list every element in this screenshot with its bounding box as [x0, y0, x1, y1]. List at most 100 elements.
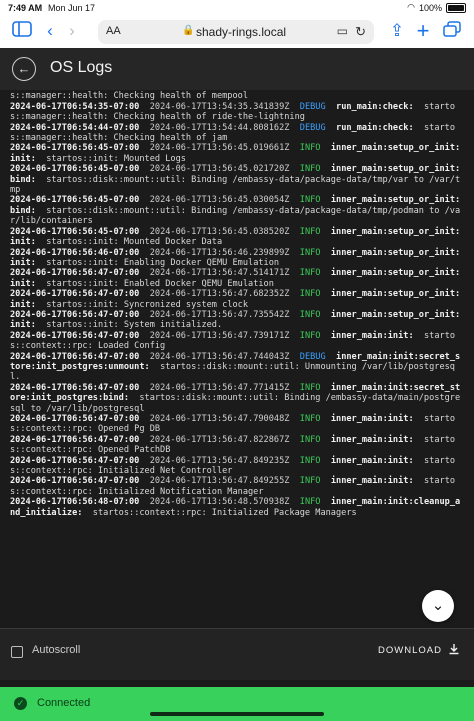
log-timestamp-utc: 2024-06-17T13:54:35.341839Z	[149, 101, 290, 112]
log-timestamp-local: 2024-06-17T06:56:47-07:00	[10, 309, 140, 320]
log-timestamp-utc: 2024-06-17T13:56:45.030054Z	[149, 195, 290, 206]
log-timestamp-utc: 2024-06-17T13:56:47.739171Z	[149, 330, 290, 341]
log-timestamp-utc: 2024-06-17T13:56:46.239899Z	[149, 247, 290, 258]
log-timestamp-local: 2024-06-17T06:56:47-07:00	[10, 330, 140, 341]
log-level: DEBUG	[299, 122, 326, 133]
log-message: startos::init: Enabling Docker QEMU Emul…	[46, 257, 280, 268]
log-timestamp-utc: 2024-06-17T13:56:47.849255Z	[149, 476, 290, 487]
log-level: INFO	[299, 382, 321, 393]
log-entry: 2024-06-17T06:54:35-07:00 2024-06-17T13:…	[10, 102, 464, 123]
back-button[interactable]: ←	[12, 57, 36, 81]
log-entry: 2024-06-17T06:56:47-07:00 2024-06-17T13:…	[10, 310, 464, 331]
log-timestamp-local: 2024-06-17T06:56:47-07:00	[10, 289, 140, 300]
log-timestamp-utc: 2024-06-17T13:56:47.771415Z	[149, 382, 290, 393]
connection-status-bar: ✓ Connected	[0, 687, 474, 721]
log-entry: 2024-06-17T06:56:46-07:00 2024-06-17T13:…	[10, 248, 464, 269]
ios-status-bar: 7:49 AM Mon Jun 17 ◠ 100%	[0, 0, 474, 16]
log-message: startos::init: Enabled Docker QEMU Emula…	[46, 278, 274, 289]
log-viewer[interactable]: 2024-06-17T06:54:35-07:00 2024-06-17T13:…	[0, 90, 474, 628]
log-span: inner_main:init:	[330, 330, 414, 341]
log-level: INFO	[299, 309, 321, 320]
log-timestamp-local: 2024-06-17T06:56:45-07:00	[10, 226, 140, 237]
log-level: INFO	[299, 455, 321, 466]
autoscroll-label: Autoscroll	[32, 644, 81, 656]
sidebar-icon[interactable]	[10, 21, 34, 41]
log-timestamp-local: 2024-06-17T06:56:47-07:00	[10, 455, 140, 466]
log-entry: 2024-06-17T06:54:44-07:00 2024-06-17T13:…	[10, 123, 464, 144]
tabs-icon[interactable]	[442, 21, 462, 41]
home-indicator	[150, 712, 324, 716]
log-level: INFO	[299, 434, 321, 445]
log-timestamp-utc: 2024-06-17T13:56:47.849235Z	[149, 455, 290, 466]
log-level: INFO	[299, 268, 321, 279]
address-bar[interactable]: AA 🔒 shady-rings.local ▭ ↻	[98, 20, 374, 44]
forward-arrow-icon[interactable]: ›	[64, 21, 80, 41]
reader-icon[interactable]: ▭	[337, 24, 348, 38]
log-timestamp-local: 2024-06-17T06:56:45-07:00	[10, 164, 140, 175]
log-level: INFO	[299, 247, 321, 258]
status-right: ◠ 100%	[407, 2, 466, 13]
log-list: 2024-06-17T06:54:35-07:00 2024-06-17T13:…	[0, 90, 474, 518]
log-entry: 2024-06-17T06:56:47-07:00 2024-06-17T13:…	[10, 476, 464, 497]
checkmark-icon: ✓	[14, 697, 27, 710]
download-label: DOWNLOAD	[378, 645, 442, 656]
footer-gap	[0, 680, 474, 687]
download-button[interactable]: DOWNLOAD	[378, 643, 460, 658]
reload-icon[interactable]: ↻	[355, 24, 366, 40]
log-level: INFO	[299, 164, 321, 175]
log-level: DEBUG	[299, 351, 326, 362]
log-timestamp-utc: 2024-06-17T13:56:47.744043Z	[149, 351, 290, 362]
log-message: startos::init: Mounted Docker Data	[46, 237, 223, 248]
log-entry: 2024-06-17T06:56:47-07:00 2024-06-17T13:…	[10, 435, 464, 456]
log-entry: 2024-06-17T06:56:47-07:00 2024-06-17T13:…	[10, 331, 464, 352]
share-icon[interactable]: ⇪	[388, 21, 406, 41]
log-level: INFO	[299, 414, 321, 424]
log-message: startos::init: Mounted Logs	[46, 153, 186, 164]
log-span: run_main:check:	[336, 101, 414, 112]
log-timestamp-local: 2024-06-17T06:56:47-07:00	[10, 476, 140, 487]
url-text[interactable]: shady-rings.local	[196, 25, 286, 39]
log-span: inner_main:init:	[330, 455, 414, 466]
new-tab-icon[interactable]: +	[414, 20, 432, 42]
log-entry: 2024-06-17T06:56:47-07:00 2024-06-17T13:…	[10, 414, 464, 435]
arrow-left-icon: ←	[17, 61, 31, 76]
log-timestamp-local: 2024-06-17T06:56:46-07:00	[10, 247, 140, 258]
log-level: INFO	[299, 330, 321, 341]
autoscroll-checkbox[interactable]	[11, 646, 23, 658]
log-timestamp-utc: 2024-06-17T13:56:47.514171Z	[149, 268, 290, 279]
log-level: INFO	[299, 226, 321, 237]
browser-toolbar: ‹ › AA 🔒 shady-rings.local ▭ ↻ ⇪ +	[0, 16, 474, 49]
connection-status-label: Connected	[37, 697, 91, 709]
log-footer: Autoscroll DOWNLOAD	[0, 628, 474, 681]
scroll-to-bottom-button[interactable]: ⌄	[422, 590, 454, 622]
back-arrow-icon[interactable]: ‹	[42, 21, 58, 41]
log-timestamp-local: 2024-06-17T06:56:45-07:00	[10, 195, 140, 206]
log-level: INFO	[299, 497, 321, 508]
log-message: startos::init: Syncronized system clock	[46, 299, 249, 310]
log-entry: 2024-06-17T06:54:35-07:00 2024-06-17T13:…	[10, 90, 464, 102]
log-timestamp-utc: 2024-06-17T13:54:44.808162Z	[149, 122, 290, 133]
log-timestamp-local: 2024-06-17T06:56:48-07:00	[10, 497, 140, 508]
log-message: startos::manager::health: Checking healt…	[10, 90, 455, 102]
log-entry: 2024-06-17T06:56:47-07:00 2024-06-17T13:…	[10, 268, 464, 289]
log-message: startos::disk::mount::util: Binding /emb…	[10, 205, 461, 227]
log-span: inner_main:init:	[330, 434, 414, 445]
log-level: DEBUG	[300, 90, 326, 91]
log-timestamp-local: 2024-06-17T06:56:47-07:00	[10, 268, 140, 279]
battery-icon	[446, 2, 466, 13]
reader-settings-button[interactable]: AA	[106, 25, 121, 37]
log-message: startos::disk::mount::util: Binding /emb…	[10, 174, 461, 196]
download-icon	[448, 643, 460, 658]
log-entry: 2024-06-17T06:56:47-07:00 2024-06-17T13:…	[10, 383, 464, 414]
wifi-icon: ◠	[407, 2, 415, 12]
log-timestamp-utc: 2024-06-17T13:56:47.735542Z	[149, 309, 290, 320]
log-entry: 2024-06-17T06:56:45-07:00 2024-06-17T13:…	[10, 227, 464, 248]
log-timestamp-local: 2024-06-17T06:54:35-07:00	[10, 101, 140, 112]
app-header: ← OS Logs	[0, 48, 474, 91]
log-timestamp-utc: 2024-06-17T13:56:47.822867Z	[149, 434, 290, 445]
log-message: startos::context::rpc: Initialized Packa…	[92, 507, 357, 518]
battery-percent: 100%	[418, 2, 442, 13]
log-entry: 2024-06-17T06:56:47-07:00 2024-06-17T13:…	[10, 352, 464, 383]
log-timestamp-local: 2024-06-17T06:56:47-07:00	[10, 434, 140, 445]
log-timestamp-local: 2024-06-17T06:56:47-07:00	[10, 351, 140, 362]
